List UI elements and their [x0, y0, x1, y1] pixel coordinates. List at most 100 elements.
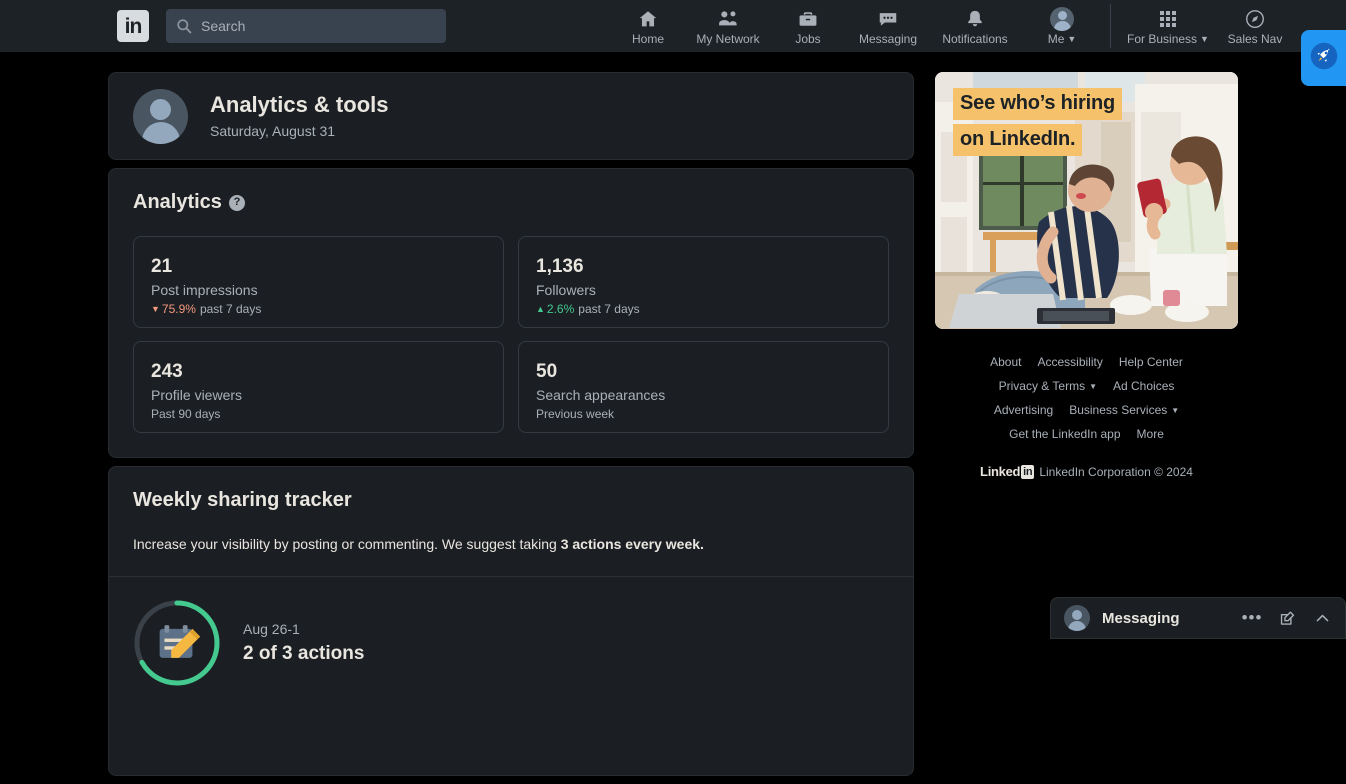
footer-link-about[interactable]: About	[990, 354, 1021, 371]
compose-message-icon[interactable]	[1276, 607, 1298, 629]
nav-item-home-label: Home	[631, 31, 664, 46]
nav-item-sales-nav[interactable]: Sales Nav	[1215, 0, 1295, 52]
default-avatar-icon	[1064, 605, 1090, 631]
avatar-body	[141, 121, 180, 144]
footer-link-more[interactable]: More	[1137, 426, 1164, 443]
footer-link-accessibility[interactable]: Accessibility	[1037, 354, 1102, 371]
avatar-head	[1072, 610, 1082, 620]
nav-item-home[interactable]: Home	[608, 0, 688, 52]
avatar-icon	[1050, 6, 1074, 31]
notepad-pencil-icon	[150, 614, 204, 673]
stat-card-search-appearances[interactable]: 50 Search appearances Previous week	[518, 341, 889, 433]
stat-label: Search appearances	[536, 387, 666, 403]
messaging-dock-title: Messaging	[1102, 609, 1180, 627]
profile-header-card: Analytics & tools Saturday, August 31	[108, 72, 914, 160]
profile-header-text: Analytics & tools Saturday, August 31	[210, 91, 388, 141]
avatar-head	[1057, 10, 1067, 20]
nav-item-for-business[interactable]: For Business ▼	[1121, 0, 1215, 52]
messaging-dock[interactable]: Messaging •••	[1050, 597, 1346, 639]
stat-label: Post impressions	[151, 282, 258, 298]
stat-trend: ▲ 2.6% past 7 days	[536, 301, 870, 318]
nav-item-my-network[interactable]: My Network	[688, 0, 768, 52]
more-options-icon[interactable]: •••	[1241, 607, 1263, 629]
stat-card-followers[interactable]: 1,136 Followers ▲ 2.6% past 7 days	[518, 236, 889, 328]
nav-item-jobs[interactable]: Jobs	[768, 0, 848, 52]
nav-item-messaging[interactable]: Messaging	[848, 0, 928, 52]
nav-item-jobs-label: Jobs	[795, 31, 821, 46]
chevron-down-icon: ▼	[1171, 406, 1180, 415]
weekly-tracker-description-prefix: Increase your visibility by posting or c…	[133, 536, 561, 552]
weekly-tracker-actions-count: 2 of 3 actions	[243, 643, 365, 664]
analytics-section-title: Analytics ?	[133, 191, 889, 214]
main-column: Analytics & tools Saturday, August 31 An…	[108, 72, 914, 784]
trend-up-icon: ▲	[536, 304, 545, 314]
promo-ad-line-2: on LinkedIn.	[953, 124, 1083, 156]
stat-value: 243	[151, 361, 183, 382]
avatar	[1050, 6, 1074, 31]
footer-link-ad-choices[interactable]: Ad Choices	[1113, 378, 1174, 395]
grid-icon	[1156, 7, 1180, 31]
footer-row: About Accessibility Help Center	[935, 354, 1238, 371]
avatar-body	[1053, 20, 1071, 31]
stat-card-post-impressions[interactable]: 21 Post impressions ▼ 75.9% past 7 days	[133, 236, 504, 328]
help-question-icon[interactable]: ?	[228, 194, 245, 211]
weekly-tracker-title-text: Weekly sharing tracker	[133, 489, 352, 511]
linkedin-logo-icon[interactable]: in	[117, 10, 149, 42]
promo-ad-card[interactable]: See who’s hiring on LinkedIn.	[935, 72, 1238, 329]
stat-card-profile-viewers[interactable]: 243 Profile viewers Past 90 days	[133, 341, 504, 433]
weekly-sharing-tracker-card: Weekly sharing tracker Increase your vis…	[108, 466, 914, 776]
footer-link-help-center[interactable]: Help Center	[1119, 354, 1183, 371]
nav-item-me-text: Me	[1047, 31, 1065, 46]
stat-value: 1,136	[536, 256, 584, 277]
footer-row: Get the LinkedIn app More	[935, 426, 1238, 443]
footer-link-privacy-terms[interactable]: Privacy & Terms ▼	[999, 378, 1097, 395]
linkedin-wordmark-icon: Linked in	[980, 464, 1035, 479]
footer-link-advertising[interactable]: Advertising	[994, 402, 1053, 419]
search-icon	[176, 18, 192, 34]
right-sidebar: See who’s hiring on LinkedIn. About Acce…	[935, 72, 1238, 479]
linkedin-wordmark-text: Linked	[980, 464, 1021, 479]
footer-row: Advertising Business Services ▼	[935, 402, 1238, 419]
nav-item-notifications-label: Notifications	[942, 31, 1008, 46]
footer-link-business-services[interactable]: Business Services ▼	[1069, 402, 1179, 419]
stat-period: past 7 days	[199, 302, 262, 316]
nav-item-notifications[interactable]: Notifications	[928, 0, 1022, 52]
chevron-down-icon: ▼	[1067, 33, 1077, 44]
avatar-head	[150, 98, 171, 120]
weekly-tracker-title: Weekly sharing tracker	[133, 489, 889, 512]
copyright-text: LinkedIn Corporation © 2024	[1039, 464, 1193, 479]
default-avatar-icon[interactable]	[133, 88, 188, 144]
weekly-tracker-description: Increase your visibility by posting or c…	[133, 534, 889, 554]
nav-left-group: in	[117, 9, 446, 43]
trend-down-icon: ▼	[151, 304, 160, 314]
avatar-body	[1068, 621, 1086, 631]
compass-icon	[1243, 7, 1267, 31]
weekly-tracker-date-range: Aug 26-1	[243, 621, 300, 637]
rocket-launcher-button[interactable]	[1301, 30, 1346, 86]
footer-link-text: Business Services	[1069, 403, 1168, 417]
stat-period-row: Previous week	[536, 406, 870, 423]
stat-value: 50	[536, 361, 558, 382]
analytics-title-text: Analytics	[133, 191, 222, 213]
search-box[interactable]	[166, 9, 446, 43]
footer-link-text: Privacy & Terms	[998, 379, 1086, 393]
analytics-stats-grid: 21 Post impressions ▼ 75.9% past 7 days …	[133, 236, 889, 433]
stat-period: past 7 days	[578, 302, 640, 316]
bell-icon	[963, 7, 987, 31]
stat-period: Previous week	[536, 407, 615, 421]
rocket-icon	[1309, 41, 1339, 76]
stat-delta: 75.9%	[161, 302, 196, 316]
footer-link-get-the-linkedin-app[interactable]: Get the LinkedIn app	[1009, 426, 1120, 443]
messaging-dock-controls: •••	[1241, 607, 1333, 629]
progress-ring	[133, 599, 221, 687]
stat-delta: 2.6%	[546, 302, 575, 316]
search-input[interactable]	[201, 18, 436, 34]
nav-item-sales-nav-label: Sales Nav	[1227, 31, 1283, 46]
nav-item-me[interactable]: Me ▼	[1022, 0, 1102, 52]
chevron-up-icon[interactable]	[1311, 607, 1333, 629]
nav-divider	[1110, 4, 1111, 48]
page-title: Analytics & tools	[210, 92, 389, 117]
stat-period: Past 90 days	[151, 407, 221, 421]
promo-ad-line-1: See who’s hiring	[953, 88, 1122, 120]
stat-period-row: Past 90 days	[151, 406, 485, 423]
